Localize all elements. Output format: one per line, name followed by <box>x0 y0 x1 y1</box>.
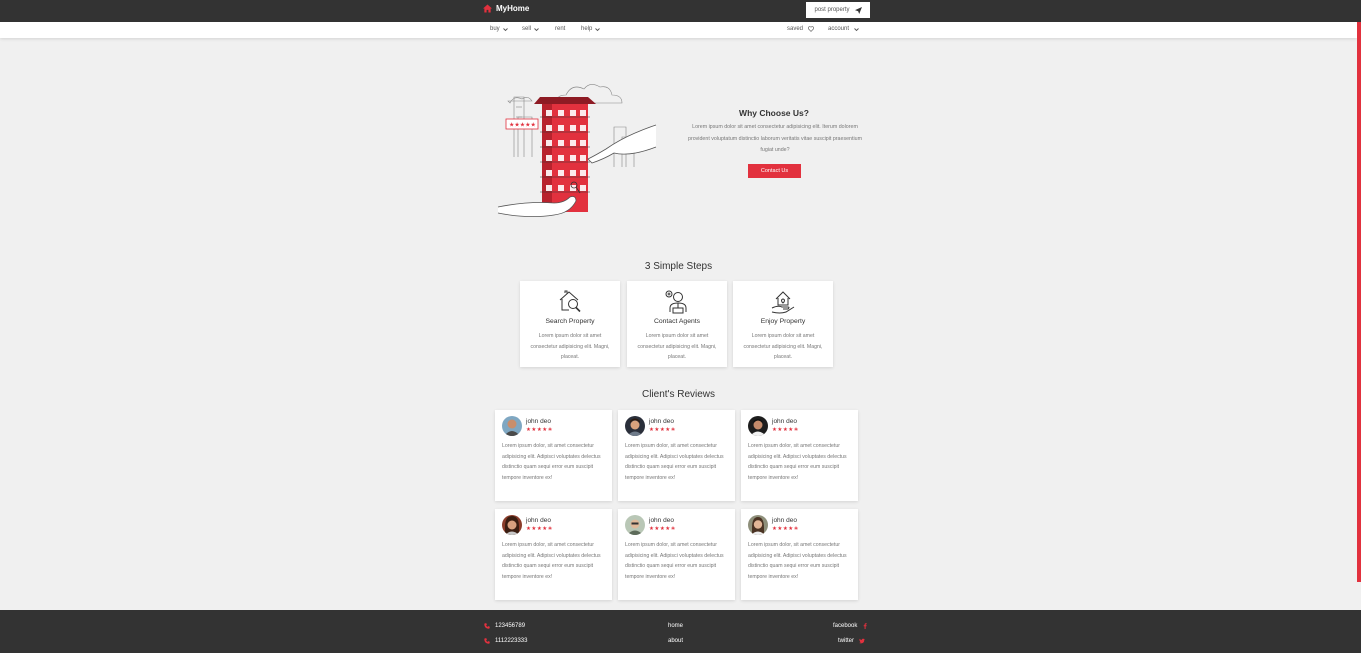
step-title: Search Property <box>545 318 595 325</box>
review-text: Lorem ipsum dolor, sit amet consectetur … <box>625 542 724 581</box>
footer-link-label: home <box>668 623 684 629</box>
phone-icon <box>484 623 490 629</box>
footer-social-label: twitter <box>838 638 855 644</box>
step-card-contact: Contact Agents Lorem ipsum dolor sit ame… <box>627 281 727 367</box>
nav-help-label: help <box>581 26 593 32</box>
nav-sell-label: sell <box>522 26 532 32</box>
building-handover-illustration: ★★★★★ <box>497 84 657 217</box>
reviewer-name: john deo <box>772 418 797 425</box>
nav-rent-label: rent <box>555 26 566 32</box>
review-text: Lorem ipsum dolor, sit amet consectetur … <box>502 443 601 482</box>
home-icon <box>483 4 492 13</box>
brand-name: MyHome <box>496 4 530 13</box>
reviewer-name: john deo <box>526 517 551 524</box>
step-text: Lorem ipsum dolor sit amet consectetur a… <box>743 333 823 360</box>
review-card: john deo ★★★★✬ Lorem ipsum dolor, sit am… <box>741 410 858 501</box>
step-card-enjoy: Enjoy Property Lorem ipsum dolor sit ame… <box>733 281 833 367</box>
nav-rent[interactable]: rent <box>555 26 565 32</box>
house-hand-icon <box>771 291 795 314</box>
nav-account[interactable]: account <box>828 26 859 32</box>
avatar <box>502 515 522 535</box>
rating-stars: ★★★★✬ <box>649 427 676 433</box>
send-icon <box>854 6 862 14</box>
avatar <box>502 416 522 436</box>
footer-phone-2[interactable]: 1112223333 <box>484 638 527 644</box>
avatar <box>748 416 768 436</box>
twitter-icon <box>859 638 865 644</box>
review-card: john deo ★★★★✬ Lorem ipsum dolor, sit am… <box>495 410 612 501</box>
nav-sell[interactable]: sell <box>522 26 539 32</box>
rating-stars: ★★★★✬ <box>649 526 676 532</box>
house-search-icon <box>559 290 581 313</box>
chevron-down-icon <box>595 27 601 31</box>
review-text: Lorem ipsum dolor, sit amet consectetur … <box>502 542 601 581</box>
step-title: Enjoy Property <box>760 318 806 325</box>
nav-buy[interactable]: buy <box>490 26 508 32</box>
nav-buy-label: buy <box>490 26 500 32</box>
step-text: Lorem ipsum dolor sit amet consectetur a… <box>637 333 717 360</box>
avatar <box>625 515 645 535</box>
footer-social-facebook[interactable]: facebook <box>833 623 868 629</box>
brand-logo[interactable]: MyHome <box>483 4 529 13</box>
nav-saved-label: saved <box>787 26 804 32</box>
heart-icon <box>808 26 815 32</box>
top-bar: MyHome post property <box>0 0 1361 22</box>
reviewer-name: john deo <box>649 418 674 425</box>
review-card: john deo ★★★★✬ Lorem ipsum dolor, sit am… <box>618 509 735 600</box>
review-text: Lorem ipsum dolor, sit amet consectetur … <box>625 443 724 482</box>
rating-stars: ★★★★✬ <box>772 526 799 532</box>
footer-phone-text: 1112223333 <box>495 638 528 644</box>
chevron-down-icon <box>854 27 859 31</box>
rating-stars: ★★★★✬ <box>526 427 553 433</box>
chevron-down-icon <box>534 27 539 31</box>
agent-icon <box>665 290 687 314</box>
why-choose-us-title: Why Choose Us? <box>739 108 809 118</box>
post-property-button[interactable]: post property <box>806 2 870 18</box>
post-property-label: post property <box>814 7 850 13</box>
footer-link-about[interactable]: about <box>668 638 683 644</box>
reviewer-name: john deo <box>649 517 674 524</box>
review-text: Lorem ipsum dolor, sit amet consectetur … <box>748 542 847 581</box>
footer: 123456789 1112223333 home about facebook… <box>0 610 1361 653</box>
review-text: Lorem ipsum dolor, sit amet consectetur … <box>748 443 847 482</box>
avatar <box>625 416 645 436</box>
steps-section-title: 3 Simple Steps <box>644 261 713 272</box>
nav-saved[interactable]: saved <box>787 26 815 32</box>
reviewer-name: john deo <box>772 517 797 524</box>
svg-text:★★★★★: ★★★★★ <box>509 122 536 129</box>
footer-phone-text: 123456789 <box>495 623 526 629</box>
rating-stars: ★★★★✬ <box>772 427 799 433</box>
rating-stars: ★★★★✬ <box>526 526 553 532</box>
review-card: john deo ★★★★✬ Lorem ipsum dolor, sit am… <box>741 509 858 600</box>
step-title: Contact Agents <box>653 318 701 325</box>
footer-social-twitter[interactable]: twitter <box>838 638 865 644</box>
step-text: Lorem ipsum dolor sit amet consectetur a… <box>530 333 610 360</box>
facebook-icon <box>864 623 868 629</box>
chevron-down-icon <box>502 27 508 31</box>
nav-help[interactable]: help <box>581 26 601 32</box>
footer-link-home[interactable]: home <box>668 623 683 629</box>
reviewer-name: john deo <box>526 418 551 425</box>
review-card: john deo ★★★★✬ Lorem ipsum dolor, sit am… <box>495 509 612 600</box>
nav-bar: buy sell rent help saved account <box>0 22 1357 38</box>
reviews-section-title: Client's Reviews <box>641 389 716 400</box>
contact-us-button[interactable]: Contact Us <box>748 164 801 178</box>
nav-account-label: account <box>828 26 850 32</box>
footer-social-label: facebook <box>833 623 858 629</box>
review-card: john deo ★★★★✬ Lorem ipsum dolor, sit am… <box>618 410 735 501</box>
scrollbar-accent[interactable] <box>1357 22 1361 582</box>
avatar <box>748 515 768 535</box>
step-card-search: Search Property Lorem ipsum dolor sit am… <box>520 281 620 367</box>
footer-link-label: about <box>668 638 684 644</box>
footer-phone-1[interactable]: 123456789 <box>484 623 525 629</box>
phone-icon <box>484 638 490 644</box>
why-choose-us-text: Lorem ipsum dolor sit amet consectetur a… <box>688 124 862 153</box>
